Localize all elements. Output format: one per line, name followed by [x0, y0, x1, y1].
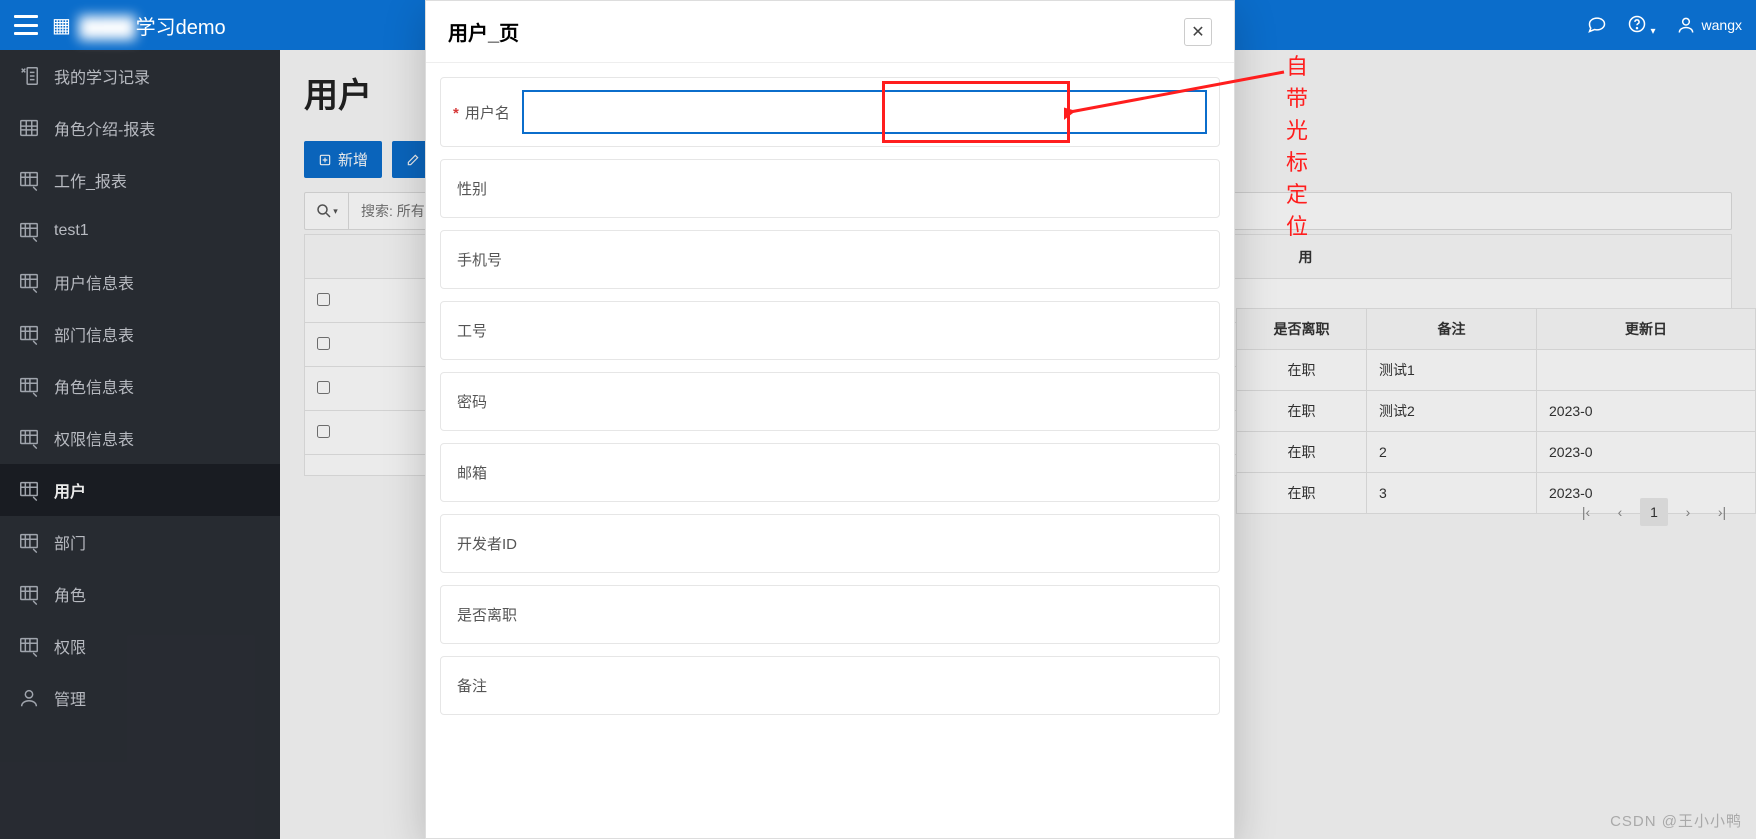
field-label: 邮箱 — [457, 465, 487, 482]
field-1[interactable]: 手机号 — [440, 230, 1220, 289]
username-input[interactable] — [522, 90, 1207, 134]
field-username: *用户名 — [440, 77, 1220, 147]
close-icon[interactable]: ✕ — [1184, 18, 1212, 46]
field-5[interactable]: 开发者ID — [440, 514, 1220, 573]
field-4[interactable]: 邮箱 — [440, 443, 1220, 502]
help-icon[interactable]: ▾ — [1627, 14, 1656, 37]
feedback-icon[interactable] — [1587, 14, 1607, 37]
field-3[interactable]: 密码 — [440, 372, 1220, 431]
field-label: 手机号 — [457, 252, 502, 269]
field-6[interactable]: 是否离职 — [440, 585, 1220, 644]
field-7[interactable]: 备注 — [440, 656, 1220, 715]
field-label: 开发者ID — [457, 536, 517, 553]
field-label: 密码 — [457, 394, 487, 411]
field-label: 性别 — [457, 181, 487, 198]
field-label: 工号 — [457, 323, 487, 340]
field-2[interactable]: 工号 — [440, 301, 1220, 360]
user-menu[interactable]: wangx — [1676, 15, 1742, 35]
field-label: 是否离职 — [457, 607, 517, 624]
annotation-label: 自带光标定位 — [1286, 49, 1308, 241]
field-label: 备注 — [457, 678, 487, 695]
menu-toggle-icon[interactable] — [14, 15, 38, 35]
username-label: *用户名 — [453, 102, 510, 123]
watermark: CSDN @王小小鸭 — [1610, 810, 1742, 831]
user-name: wangx — [1702, 17, 1742, 33]
app-logo-icon: ▦ — [52, 13, 71, 38]
user-dialog: 用户_页 ✕ *用户名 性别手机号工号密码邮箱开发者ID是否离职备注 自带光标定… — [425, 0, 1235, 839]
dialog-title: 用户_页 — [448, 17, 519, 46]
field-0[interactable]: 性别 — [440, 159, 1220, 218]
app-title: ▦ ████学习demo — [52, 11, 226, 40]
